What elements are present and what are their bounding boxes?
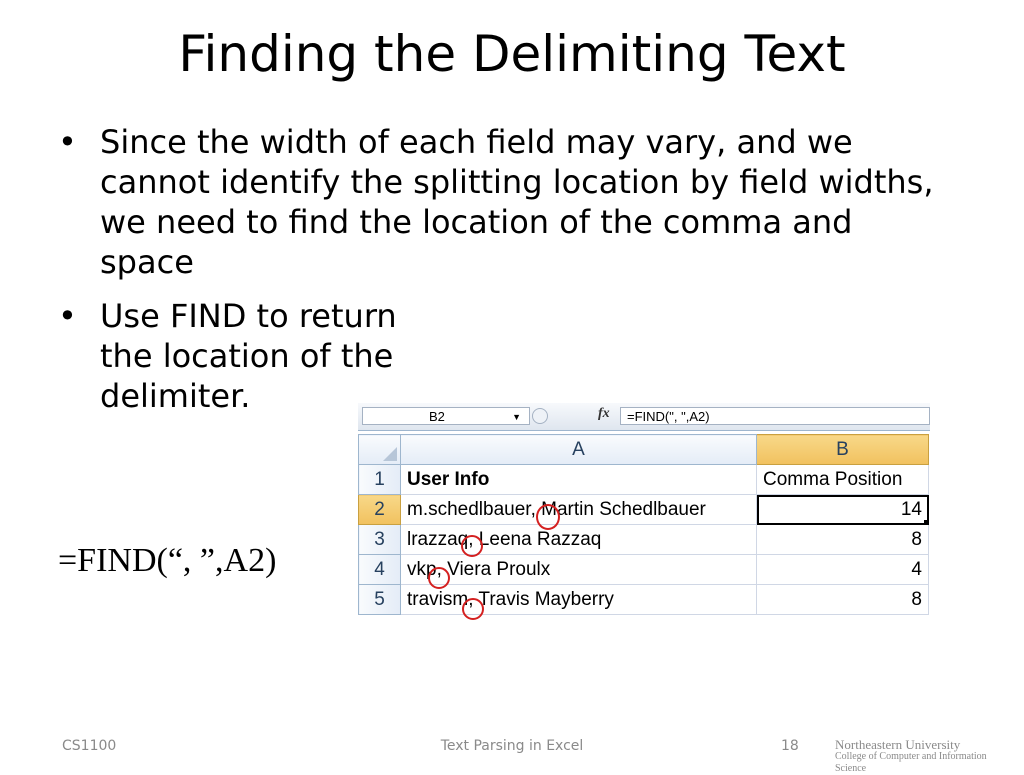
formula-input[interactable]: =FIND(", ",A2) bbox=[620, 407, 930, 425]
column-header-a[interactable]: A bbox=[400, 434, 757, 465]
cell-a4[interactable]: vkp, Viera Proulx bbox=[400, 554, 757, 585]
name-box[interactable]: B2 ▼ bbox=[362, 407, 530, 425]
column-header-b[interactable]: B bbox=[756, 434, 929, 465]
cell-b2[interactable]: 14 bbox=[756, 494, 929, 525]
delimiter-highlight-circle bbox=[428, 567, 450, 589]
cell-a2[interactable]: m.schedlbauer, Martin Schedlbauer bbox=[400, 494, 757, 525]
delimiter-highlight-circle bbox=[536, 504, 560, 530]
row-header[interactable]: 5 bbox=[358, 584, 401, 615]
cell-a1[interactable]: User Info bbox=[400, 464, 757, 495]
cell-b1[interactable]: Comma Position bbox=[756, 464, 929, 495]
dropdown-arrow-icon[interactable]: ▼ bbox=[512, 408, 521, 426]
footer-page-number: 18 bbox=[781, 738, 799, 754]
row-header[interactable]: 4 bbox=[358, 554, 401, 585]
logo-line-2: College of Computer and Information Scie… bbox=[835, 751, 987, 774]
bullet-text: Use FIND to return the location of the d… bbox=[100, 297, 397, 415]
row-header[interactable]: 3 bbox=[358, 524, 401, 555]
bullet-dot-icon: • bbox=[58, 297, 77, 335]
university-logo: Northeastern University College of Compu… bbox=[835, 737, 1015, 774]
select-all-triangle-icon bbox=[383, 447, 397, 461]
fill-handle[interactable] bbox=[924, 520, 928, 524]
bullet-list: • Since the width of each field may vary,… bbox=[58, 122, 938, 430]
bullet-item: • Use FIND to return the location of the … bbox=[58, 296, 938, 416]
cell-b2-value: 14 bbox=[900, 498, 922, 520]
delimiter-highlight-circle bbox=[461, 535, 483, 557]
slide-title: Finding the Delimiting Text bbox=[178, 25, 846, 83]
cell-a5[interactable]: travism, Travis Mayberry bbox=[400, 584, 757, 615]
fx-icon[interactable]: fx bbox=[598, 406, 610, 422]
bullet-item: • Since the width of each field may vary,… bbox=[58, 122, 938, 282]
cell-b3[interactable]: 8 bbox=[756, 524, 929, 555]
formula-bar: B2 ▼ fx =FIND(", ",A2) bbox=[358, 403, 930, 431]
bullet-text: Since the width of each field may vary, … bbox=[100, 123, 934, 281]
cell-b5[interactable]: 8 bbox=[756, 584, 929, 615]
excel-screenshot: B2 ▼ fx =FIND(", ",A2) A B 1 User Info C… bbox=[358, 403, 930, 623]
cell-a3[interactable]: lrazzaq, Leena Razzaq bbox=[400, 524, 757, 555]
row-header[interactable]: 1 bbox=[358, 464, 401, 495]
formula-text: =FIND(“, ”,A2) bbox=[58, 542, 277, 579]
name-box-value: B2 bbox=[429, 409, 445, 424]
cell-b4[interactable]: 4 bbox=[756, 554, 929, 585]
select-all-corner[interactable] bbox=[358, 434, 401, 465]
row-header[interactable]: 2 bbox=[358, 494, 401, 525]
delimiter-highlight-circle bbox=[462, 598, 484, 620]
cancel-circle-icon[interactable] bbox=[532, 408, 548, 424]
bullet-dot-icon: • bbox=[58, 123, 77, 161]
logo-line-1: Northeastern University bbox=[835, 737, 961, 752]
